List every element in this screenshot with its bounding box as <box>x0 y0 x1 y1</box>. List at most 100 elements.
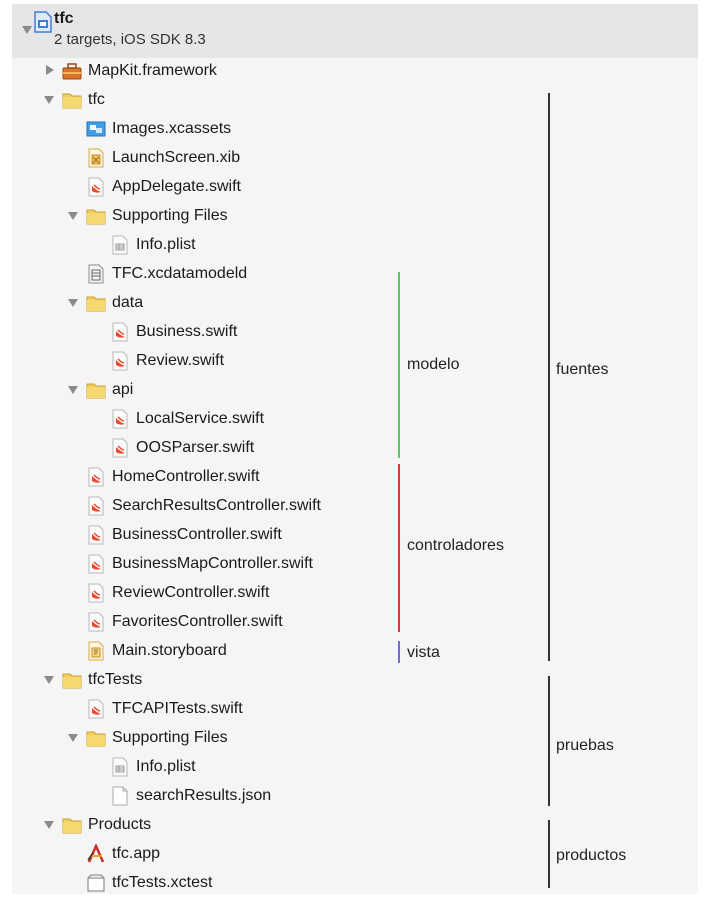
tree-file-row[interactable]: TFCAPITests.swift <box>86 694 243 723</box>
tree-file-row[interactable]: searchResults.json <box>110 781 271 810</box>
controladores-label: controladores <box>407 537 504 554</box>
tree-item-label: FavoritesController.swift <box>112 612 283 630</box>
tree-item-label: MapKit.framework <box>88 61 217 79</box>
tree-item-label: ReviewController.swift <box>112 583 270 601</box>
tree-file-row[interactable]: Review.swift <box>110 346 224 375</box>
swift-file-icon <box>86 554 106 574</box>
tree-file-row[interactable]: AppDelegate.swift <box>86 172 241 201</box>
swift-file-icon <box>86 496 106 516</box>
tree-file-row[interactable]: LaunchScreen.xib <box>86 143 240 172</box>
xib-icon <box>86 148 106 168</box>
tree-item-label: TFCAPITests.swift <box>112 699 243 717</box>
folder-icon <box>86 728 106 748</box>
disclosure-triangle[interactable] <box>68 212 78 220</box>
swift-file-icon <box>110 322 130 342</box>
tree-group-row[interactable]: data <box>86 288 143 317</box>
blank-file-icon <box>110 786 130 806</box>
tree-item-label: AppDelegate.swift <box>112 177 241 195</box>
disclosure-triangle[interactable] <box>44 96 54 104</box>
tree-item-label: SearchResultsController.swift <box>112 496 321 514</box>
disclosure-triangle[interactable] <box>68 299 78 307</box>
tree-item-label: TFC.xcdatamodeld <box>112 264 248 282</box>
tree-file-row[interactable]: Info.plist <box>110 230 196 259</box>
pruebas-bracket <box>548 676 550 806</box>
pruebas-label: pruebas <box>556 737 614 754</box>
tree-file-row[interactable]: TFC.xcdatamodeld <box>86 259 247 288</box>
disclosure-triangle[interactable] <box>68 386 78 394</box>
tree-item-label: tfcTests <box>88 670 143 688</box>
disclosure-triangle[interactable] <box>46 65 54 75</box>
app-icon <box>86 842 106 864</box>
tree-file-row[interactable]: FavoritesController.swift <box>86 607 283 636</box>
tree-item-label: data <box>112 293 144 311</box>
tree-item-label: LocalService.swift <box>136 409 265 427</box>
swift-file-icon <box>110 438 130 458</box>
tree-file-row[interactable]: SearchResultsController.swift <box>86 491 321 520</box>
tree-item-label: Supporting Files <box>112 206 228 224</box>
tree-item-label: Review.swift <box>136 351 225 369</box>
folder-icon <box>86 206 106 226</box>
productos-bracket <box>548 820 550 888</box>
fuentes-bracket <box>548 93 550 661</box>
tree-item-label: tfcTests.xctest <box>112 873 213 891</box>
vista-label: vista <box>407 644 440 661</box>
asset-catalog-icon <box>86 119 106 139</box>
tree-file-row[interactable]: OOSParser.swift <box>110 433 254 462</box>
storyboard-icon <box>86 641 106 661</box>
plist-icon <box>110 235 130 255</box>
tree-file-row[interactable]: tfcTests.xctest <box>86 868 212 897</box>
tree-item-label: Info.plist <box>136 235 196 253</box>
tree-item-label: Info.plist <box>136 757 196 775</box>
swift-file-icon <box>86 612 106 632</box>
modelo-bracket <box>398 272 400 458</box>
tree-item-label: Business.swift <box>136 322 238 340</box>
tree-file-row[interactable]: Main.storyboard <box>86 636 227 665</box>
folder-icon <box>86 380 106 400</box>
tree-group-row[interactable]: api <box>86 375 133 404</box>
tree-item-label: HomeController.swift <box>112 467 260 485</box>
tree-item-label: Main.storyboard <box>112 641 227 659</box>
project-title: tfc <box>54 10 74 27</box>
tree-group-row[interactable]: tfc <box>62 85 105 114</box>
tree-item-label: Supporting Files <box>112 728 228 746</box>
tree-item-label: OOSParser.swift <box>136 438 255 456</box>
tree-file-row[interactable]: Images.xcassets <box>86 114 231 143</box>
tree-group-row[interactable]: Supporting Files <box>86 723 228 752</box>
tree-file-row[interactable]: BusinessMapController.swift <box>86 549 313 578</box>
tree-file-row[interactable]: BusinessController.swift <box>86 520 282 549</box>
disclosure-triangle[interactable] <box>44 821 54 829</box>
swift-file-icon <box>110 351 130 371</box>
tree-group-row[interactable]: Supporting Files <box>86 201 228 230</box>
tree-file-row[interactable]: LocalService.swift <box>110 404 264 433</box>
controladores-bracket <box>398 464 400 632</box>
tree-item-label: searchResults.json <box>136 786 272 804</box>
swift-file-icon <box>86 699 106 719</box>
project-subtitle: 2 targets, iOS SDK 8.3 <box>54 31 206 48</box>
swift-file-icon <box>110 409 130 429</box>
swift-file-icon <box>86 525 106 545</box>
project-icon <box>34 11 52 33</box>
swift-file-icon <box>86 177 106 197</box>
swift-file-icon <box>86 583 106 603</box>
plist-icon <box>110 757 130 777</box>
xctest-bundle-icon <box>86 873 106 893</box>
disclosure-triangle[interactable] <box>22 26 32 34</box>
tree-group-row[interactable]: Products <box>62 810 151 839</box>
toolbox-icon <box>62 61 82 81</box>
data-model-icon <box>86 264 106 284</box>
tree-file-row[interactable]: Info.plist <box>110 752 196 781</box>
tree-item-label: BusinessMapController.swift <box>112 554 313 572</box>
tree-group-row[interactable]: tfcTests <box>62 665 142 694</box>
tree-group-row[interactable]: MapKit.framework <box>62 56 217 85</box>
tree-file-row[interactable]: ReviewController.swift <box>86 578 269 607</box>
tree-file-row[interactable]: HomeController.swift <box>86 462 260 491</box>
tree-file-row[interactable]: Business.swift <box>110 317 237 346</box>
folder-icon <box>86 293 106 313</box>
tree-item-label: Products <box>88 815 152 833</box>
project-header[interactable]: tfc 2 targets, iOS SDK 8.3 <box>12 4 698 58</box>
disclosure-triangle[interactable] <box>44 676 54 684</box>
tree-file-row[interactable]: tfc.app <box>86 839 160 868</box>
fuentes-label: fuentes <box>556 361 609 378</box>
tree-item-label: Images.xcassets <box>112 119 232 137</box>
disclosure-triangle[interactable] <box>68 734 78 742</box>
